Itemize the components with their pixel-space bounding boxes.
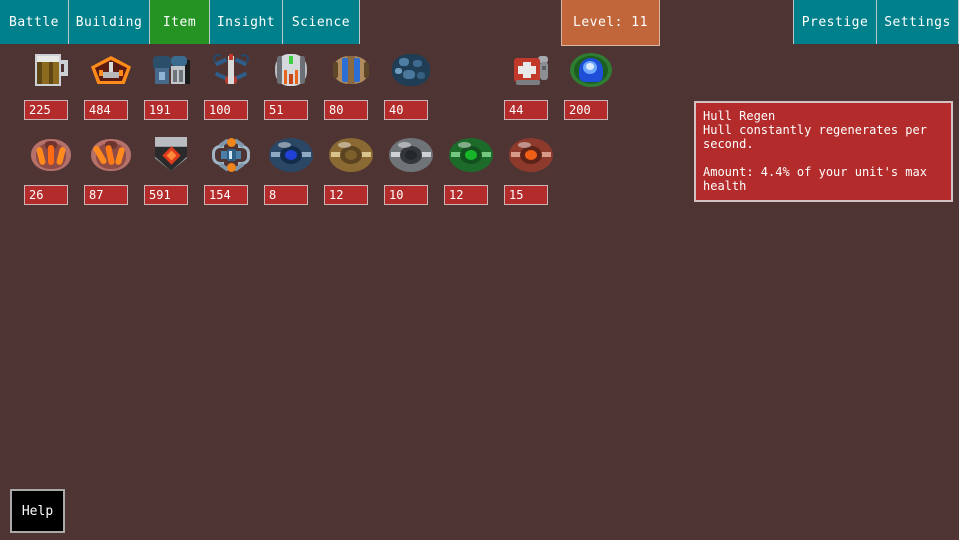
item-slot[interactable]: 100 bbox=[203, 44, 259, 120]
primary-tabs: Battle Building Item Insight Science bbox=[0, 0, 360, 44]
tab-item-label: Item bbox=[162, 14, 197, 30]
item-count: 87 bbox=[84, 185, 128, 205]
game-screen: Battle Building Item Insight Science Lev… bbox=[0, 0, 959, 540]
crown-hex-icon[interactable] bbox=[87, 46, 135, 94]
help-button-label: Help bbox=[21, 503, 54, 519]
tab-battle-label: Battle bbox=[9, 14, 59, 30]
item-slot[interactable]: 40 bbox=[383, 44, 439, 120]
item-count: 40 bbox=[384, 100, 428, 120]
item-slot[interactable]: 484 bbox=[83, 44, 139, 120]
item-slot[interactable]: 12 bbox=[443, 129, 499, 205]
tab-prestige-label: Prestige bbox=[801, 14, 869, 30]
level-badge: Level: 11 bbox=[561, 0, 660, 46]
drone-wings-icon[interactable] bbox=[207, 46, 255, 94]
item-slot[interactable]: 225 bbox=[23, 44, 79, 120]
red-gem-plate-icon[interactable] bbox=[147, 131, 195, 179]
item-slot[interactable]: 10 bbox=[383, 129, 439, 205]
orange-claw-icon[interactable] bbox=[27, 131, 75, 179]
item-count: 26 bbox=[24, 185, 68, 205]
dual-rods-icon[interactable] bbox=[327, 46, 375, 94]
tooltip-spacer bbox=[703, 151, 944, 165]
tab-insight[interactable]: Insight bbox=[209, 0, 283, 44]
linker-node-icon[interactable] bbox=[207, 131, 255, 179]
item-count: 12 bbox=[324, 185, 368, 205]
tab-building[interactable]: Building bbox=[68, 0, 150, 44]
tab-science-label: Science bbox=[291, 14, 351, 30]
item-slot[interactable]: 87 bbox=[83, 129, 139, 205]
item-count: 12 bbox=[444, 185, 488, 205]
blue-gem-icon[interactable] bbox=[267, 131, 315, 179]
tab-insight-label: Insight bbox=[216, 14, 276, 30]
item-slot[interactable]: 26 bbox=[23, 129, 79, 205]
secondary-tabs: Prestige Settings bbox=[793, 0, 959, 44]
item-count: 591 bbox=[144, 185, 188, 205]
item-count: 191 bbox=[144, 100, 188, 120]
item-slot[interactable]: 15 bbox=[503, 129, 559, 205]
silver-gem-icon[interactable] bbox=[387, 131, 435, 179]
tooltip-title: Hull Regen bbox=[703, 109, 776, 123]
tab-science[interactable]: Science bbox=[282, 0, 360, 44]
item-count: 200 bbox=[564, 100, 608, 120]
item-count: 51 bbox=[264, 100, 308, 120]
shield-orb-icon[interactable] bbox=[567, 46, 615, 94]
item-count: 225 bbox=[24, 100, 68, 120]
tab-prestige[interactable]: Prestige bbox=[793, 0, 877, 44]
tab-item[interactable]: Item bbox=[149, 0, 210, 44]
help-button[interactable]: Help bbox=[10, 489, 65, 533]
tab-battle[interactable]: Battle bbox=[0, 0, 69, 44]
item-slot[interactable]: 80 bbox=[323, 44, 379, 120]
red-gem-icon[interactable] bbox=[507, 131, 555, 179]
gold-gem-icon[interactable] bbox=[327, 131, 375, 179]
blue-rock-icon[interactable] bbox=[387, 46, 435, 94]
green-gem-icon[interactable] bbox=[447, 131, 495, 179]
item-slot[interactable]: 191 bbox=[143, 44, 199, 120]
tab-settings[interactable]: Settings bbox=[876, 0, 959, 44]
item-count: 80 bbox=[324, 100, 368, 120]
item-count: 484 bbox=[84, 100, 128, 120]
item-count: 44 bbox=[504, 100, 548, 120]
top-navigation-bar: Battle Building Item Insight Science Lev… bbox=[0, 0, 959, 46]
item-slot[interactable]: 200 bbox=[563, 44, 619, 120]
item-slot[interactable]: 8 bbox=[263, 129, 319, 205]
tab-building-label: Building bbox=[75, 14, 143, 30]
item-count: 154 bbox=[204, 185, 248, 205]
item-slot[interactable]: 44 bbox=[503, 44, 559, 120]
reactor-pod-icon[interactable] bbox=[267, 46, 315, 94]
item-slot[interactable]: 154 bbox=[203, 129, 259, 205]
tab-settings-label: Settings bbox=[884, 14, 951, 30]
beer-mug-icon[interactable] bbox=[27, 46, 75, 94]
item-count: 15 bbox=[504, 185, 548, 205]
item-slot[interactable]: 591 bbox=[143, 129, 199, 205]
item-count: 100 bbox=[204, 100, 248, 120]
level-badge-label: Level: 11 bbox=[573, 15, 648, 30]
orange-claw-alt-icon[interactable] bbox=[87, 131, 135, 179]
item-count: 10 bbox=[384, 185, 428, 205]
item-tooltip: Hull Regen Hull constantly regenerates p… bbox=[694, 101, 953, 202]
item-slot[interactable]: 51 bbox=[263, 44, 319, 120]
engine-block-icon[interactable] bbox=[147, 46, 195, 94]
medkit-icon[interactable] bbox=[507, 46, 555, 94]
tooltip-description: Hull constantly regenerates per second. bbox=[703, 123, 927, 151]
tooltip-amount: Amount: 4.4% of your unit's max health bbox=[703, 165, 927, 193]
item-count: 8 bbox=[264, 185, 308, 205]
item-slot[interactable]: 12 bbox=[323, 129, 379, 205]
